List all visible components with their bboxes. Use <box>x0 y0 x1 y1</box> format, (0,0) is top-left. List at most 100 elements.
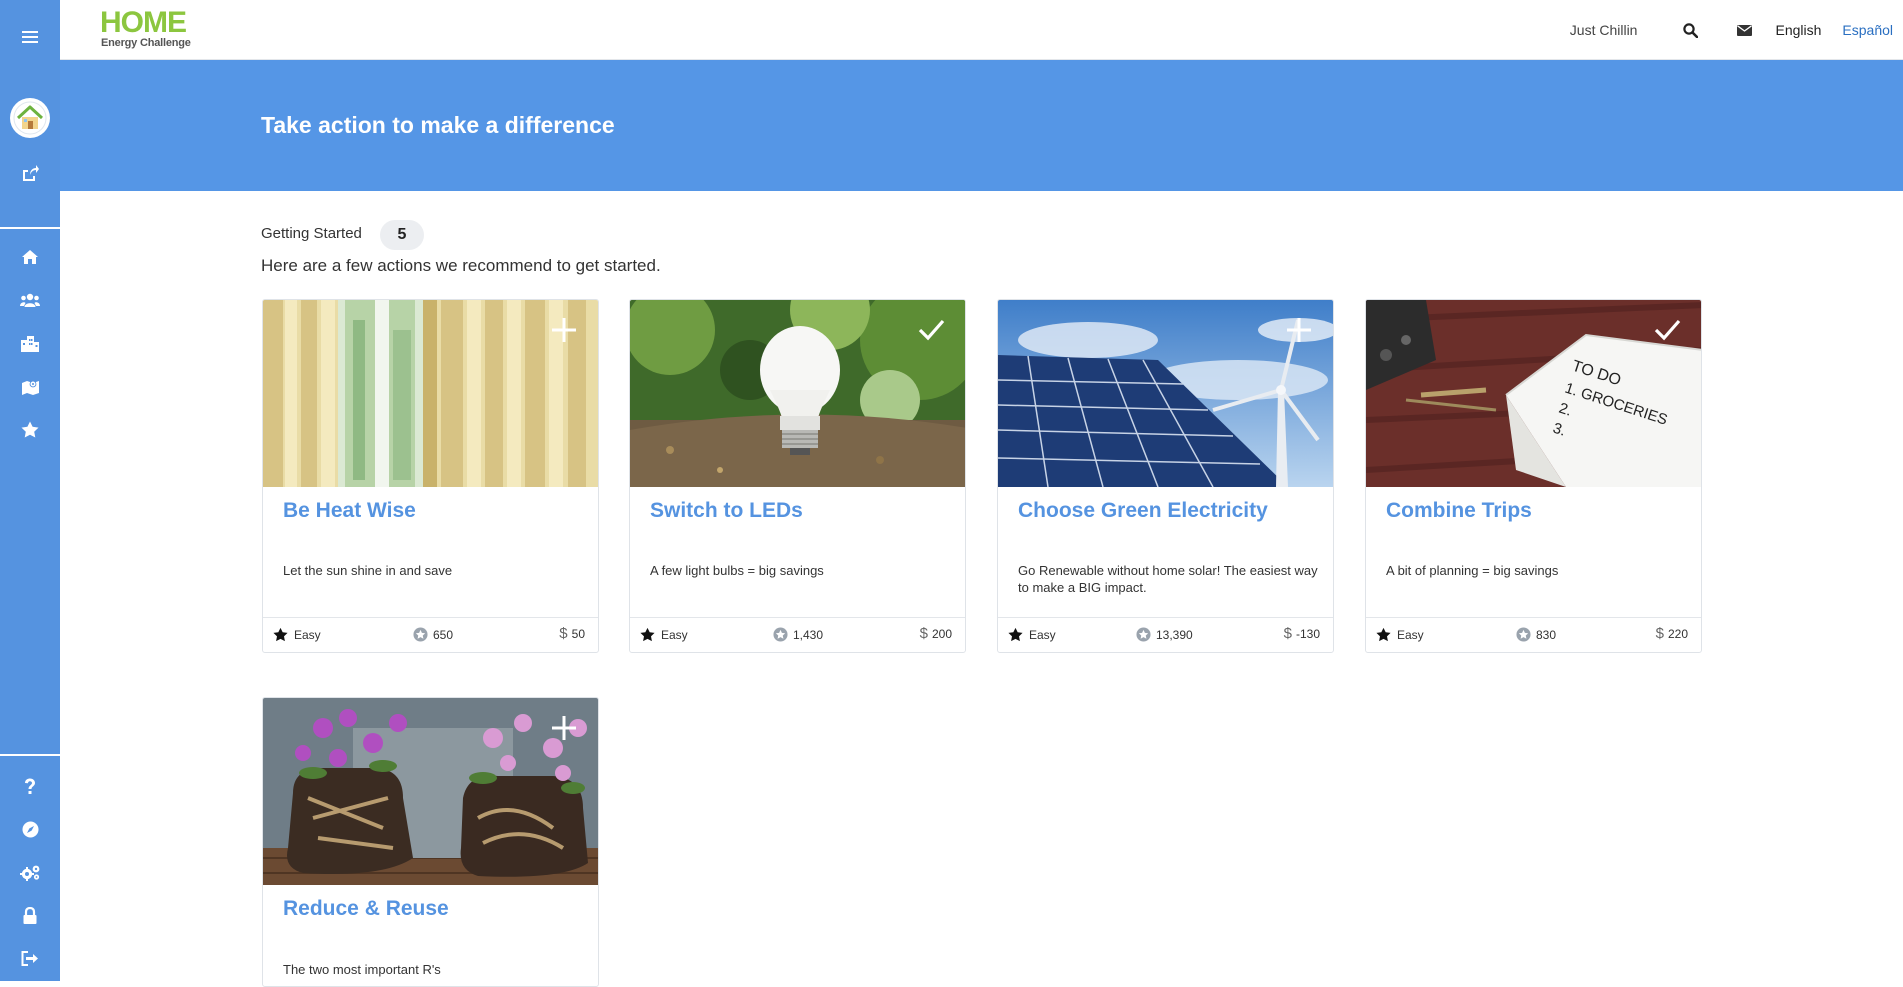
difficulty-label: Easy <box>661 627 688 642</box>
difficulty-label: Easy <box>294 627 321 642</box>
card-image <box>630 300 965 487</box>
menu-button[interactable] <box>0 17 60 57</box>
home-avatar[interactable] <box>10 98 50 138</box>
sidebar-item-help[interactable] <box>0 766 60 806</box>
sidebar-item-home[interactable] <box>0 237 60 277</box>
card-footer: Easy 1,430 $ 200 <box>630 617 965 652</box>
add-icon[interactable] <box>550 316 578 344</box>
checkmark-icon[interactable] <box>917 316 945 344</box>
logo-subtitle: Energy Challenge <box>101 37 191 49</box>
page-title: Take action to make a difference <box>261 112 615 138</box>
points: 830 <box>1516 627 1556 642</box>
help-icon <box>25 778 35 794</box>
search-button[interactable] <box>1663 0 1717 60</box>
sidebar <box>0 0 60 981</box>
card-footer: Easy 13,390 $ -130 <box>998 617 1333 652</box>
card-description: Let the sun shine in and save <box>283 563 453 578</box>
boots-flowers-image <box>263 698 598 885</box>
difficulty-star-icon <box>1008 627 1023 642</box>
checkmark-icon[interactable] <box>1653 316 1681 344</box>
savings: $ -130 <box>1283 625 1320 642</box>
building-icon <box>21 335 39 352</box>
users-icon <box>20 293 40 307</box>
sidebar-divider <box>0 227 60 229</box>
add-icon[interactable] <box>550 714 578 742</box>
section-title: Getting Started <box>261 225 362 242</box>
points-icon <box>1516 627 1531 642</box>
dollar-icon: $ <box>1283 625 1292 642</box>
savings-value: 50 <box>571 627 585 641</box>
difficulty: Easy <box>640 627 688 642</box>
difficulty-label: Easy <box>1397 627 1424 642</box>
difficulty: Easy <box>1008 627 1056 642</box>
card-description: A bit of planning = big savings <box>1386 563 1559 578</box>
card-footer: Easy 830 $ 220 <box>1366 617 1701 652</box>
sidebar-item-teams[interactable] <box>0 280 60 320</box>
card-title: Switch to LEDs <box>650 499 803 522</box>
settings-icon <box>19 865 39 881</box>
card-description: The two most important R's <box>283 962 441 977</box>
card-footer: Easy 650 $ 50 <box>263 617 598 652</box>
messages-button[interactable] <box>1717 0 1771 60</box>
points-icon <box>413 627 428 642</box>
logo-title: HOME <box>100 6 187 39</box>
search-icon <box>1683 22 1698 38</box>
sidebar-divider-bottom <box>0 754 60 756</box>
action-card[interactable]: Choose Green Electricity Go Renewable wi… <box>997 299 1334 653</box>
savings-value: 200 <box>931 627 952 641</box>
difficulty-label: Easy <box>1029 627 1056 642</box>
language-spanish[interactable]: Español <box>1842 22 1893 38</box>
curtains-image <box>263 300 598 487</box>
points-icon <box>773 627 788 642</box>
sidebar-item-sign-out[interactable] <box>0 938 60 978</box>
share-icon <box>23 165 39 181</box>
action-card[interactable]: Be Heat Wise Let the sun shine in and sa… <box>262 299 599 653</box>
sidebar-item-community[interactable] <box>0 323 60 363</box>
app-logo[interactable]: HOME Energy Challenge <box>100 8 210 52</box>
card-image <box>263 300 598 487</box>
lock-icon <box>23 906 37 924</box>
dollar-icon: $ <box>919 625 928 642</box>
savings-value: -130 <box>1295 627 1320 641</box>
share-button[interactable] <box>0 153 60 193</box>
home-avatar-icon <box>13 101 47 135</box>
sidebar-item-map[interactable] <box>0 366 60 406</box>
add-icon[interactable] <box>1285 316 1313 344</box>
points-value: 13,390 <box>1156 627 1193 642</box>
user-name[interactable]: Just Chillin <box>1570 22 1638 38</box>
card-title: Be Heat Wise <box>283 499 416 522</box>
difficulty-star-icon <box>1376 627 1391 642</box>
savings: $ 50 <box>559 625 585 642</box>
points: 650 <box>413 627 453 642</box>
top-bar: HOME Energy Challenge Just Chillin Engli… <box>60 0 1903 60</box>
dollar-icon: $ <box>559 625 568 642</box>
sidebar-item-favorites[interactable] <box>0 409 60 449</box>
section-description: Here are a few actions we recommend to g… <box>261 256 661 275</box>
card-title: Reduce & Reuse <box>283 897 449 920</box>
points: 13,390 <box>1136 627 1193 642</box>
hero-banner: Take action to make a difference <box>60 60 1903 191</box>
home-icon <box>22 250 38 264</box>
envelope-icon <box>1736 24 1752 36</box>
difficulty: Easy <box>273 627 321 642</box>
card-title: Choose Green Electricity <box>1018 499 1268 522</box>
sidebar-item-explore[interactable] <box>0 809 60 849</box>
points-icon <box>1136 627 1151 642</box>
language-english[interactable]: English <box>1775 22 1821 38</box>
points-value: 830 <box>1536 627 1557 642</box>
difficulty-star-icon <box>640 627 655 642</box>
todo-groceries-image: TO DO 1. GROCERIES 2. 3. <box>1366 300 1701 487</box>
solar-panels-image <box>998 300 1333 487</box>
action-card[interactable]: Switch to LEDs A few light bulbs = big s… <box>629 299 966 653</box>
sign-out-icon <box>21 950 38 966</box>
lightbulb-image <box>630 300 965 487</box>
sidebar-item-privacy[interactable] <box>0 895 60 935</box>
difficulty: Easy <box>1376 627 1424 642</box>
action-card[interactable]: TO DO 1. GROCERIES 2. 3. Combine Trips A… <box>1365 299 1702 653</box>
difficulty-star-icon <box>273 627 288 642</box>
sidebar-item-settings[interactable] <box>0 852 60 892</box>
action-card[interactable]: Reduce & Reuse The two most important R'… <box>262 697 599 987</box>
card-image <box>998 300 1333 487</box>
savings: $ 220 <box>1656 626 1688 641</box>
points-value: 1,430 <box>793 627 824 642</box>
